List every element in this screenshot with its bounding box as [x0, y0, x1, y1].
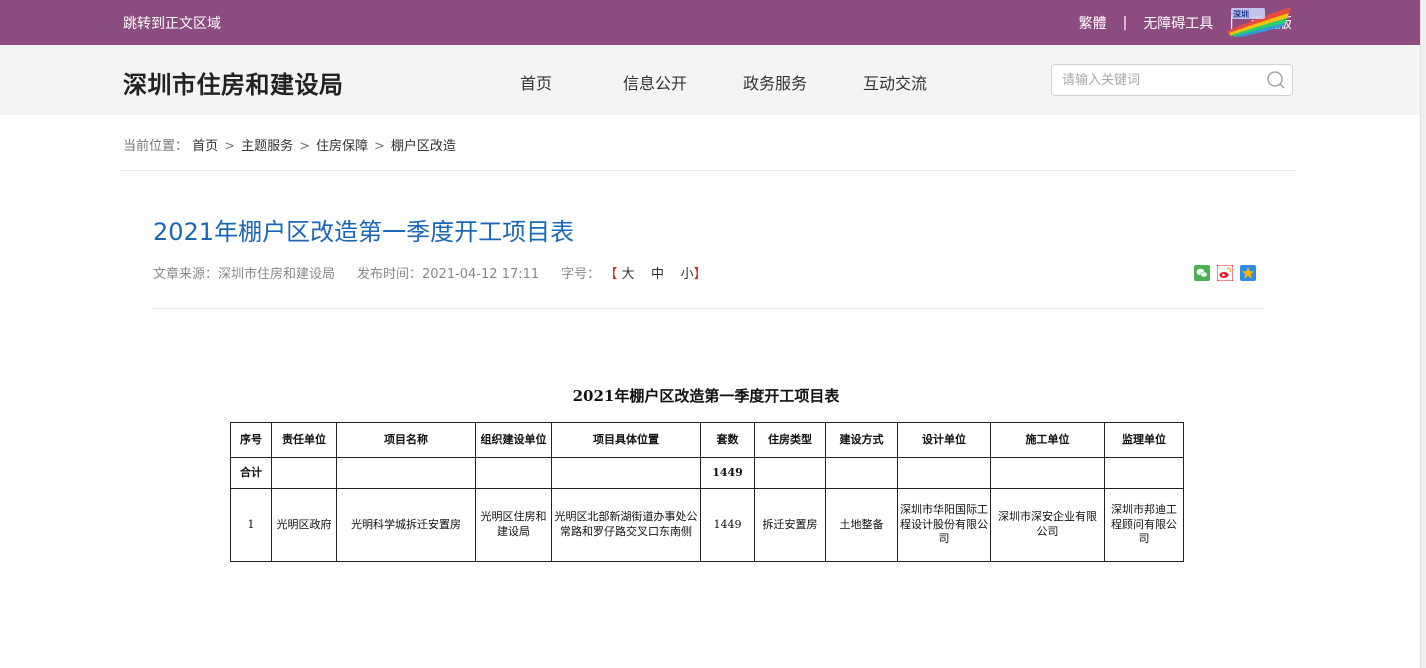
nav-item-info-disclosure[interactable]: 信息公开	[623, 70, 687, 94]
table-cell	[897, 457, 991, 489]
table-cell: 深圳市华阳国际工程设计股份有限公司	[897, 488, 991, 562]
table-cell: 光明区住房和建设局	[475, 488, 552, 562]
breadcrumb-separator: >	[224, 139, 236, 154]
column-header: 建设方式	[825, 422, 898, 458]
column-header: 住房类型	[754, 422, 826, 458]
table-cell: 1449	[700, 488, 755, 562]
table-cell	[754, 457, 826, 489]
breadcrumb-item-home[interactable]: 首页	[192, 139, 218, 154]
column-header: 套数	[700, 422, 755, 458]
site-title[interactable]: 深圳市住房和建设局	[123, 65, 344, 100]
table-row: 1 光明区政府 光明科学城拆迁安置房 光明区住房和建设局 光明区北部新湖街道办事…	[230, 488, 1184, 562]
top-bar: 跳转到正文区域 繁體 | 无障碍工具 | 手机版 深圳	[0, 0, 1420, 45]
publish-time: 发布时间：2021-04-12 17:11	[357, 267, 540, 282]
breadcrumb-separator: >	[299, 139, 310, 154]
breadcrumb-separator: >	[374, 139, 385, 154]
qzone-icon[interactable]	[1240, 265, 1256, 281]
search-icon[interactable]	[1266, 70, 1286, 90]
table-cell: 光明科学城拆迁安置房	[336, 488, 476, 562]
table-title: 2021年棚户区改造第一季度开工项目表	[572, 387, 840, 405]
table-cell: 深圳市深安企业有限公司	[990, 488, 1105, 562]
column-header: 项目具体位置	[551, 422, 701, 458]
table-cell: 1449	[700, 457, 755, 489]
breadcrumb: 当前位置： 首页 > 主题服务 > 住房保障 > 棚户区改造	[123, 135, 456, 154]
table-header-row: 序号 责任单位 项目名称 组织建设单位 项目具体位置 套数 住房类型 建设方式 …	[230, 422, 1184, 458]
table-cell	[825, 457, 898, 489]
nav-item-gov-services[interactable]: 政务服务	[743, 70, 807, 94]
article-meta: 文章来源：深圳市住房和建设局 发布时间：2021-04-12 17:11 字号： 【…	[153, 263, 707, 282]
font-size-medium-button[interactable]: 中	[651, 267, 664, 282]
article-title: 2021年棚户区改造第一季度开工项目表	[153, 218, 575, 246]
weibo-icon[interactable]	[1217, 265, 1233, 281]
breadcrumb-item-shantytown[interactable]: 棚户区改造	[391, 139, 456, 154]
table-cell: 光明区北部新湖街道办事处公常路和罗仔路交叉口东南侧	[551, 488, 701, 562]
svg-text:深圳: 深圳	[1233, 9, 1249, 19]
project-table: 序号 责任单位 项目名称 组织建设单位 项目具体位置 套数 住房类型 建设方式 …	[230, 422, 1184, 562]
breadcrumb-item-housing-security[interactable]: 住房保障	[316, 139, 368, 154]
breadcrumb-label: 当前位置：	[123, 139, 189, 154]
accessibility-tools-link[interactable]: 无障碍工具	[1143, 13, 1213, 33]
breadcrumb-item-topic-services[interactable]: 主题服务	[241, 139, 293, 154]
column-header: 项目名称	[336, 422, 476, 458]
table-cell	[475, 457, 552, 489]
font-size-large-button[interactable]: 大	[621, 267, 634, 282]
column-header: 序号	[230, 422, 272, 458]
font-size-bracket-open: 【	[604, 267, 618, 282]
table-cell: 拆迁安置房	[754, 488, 826, 562]
font-size-small-button[interactable]: 小	[681, 267, 694, 282]
table-cell	[551, 457, 701, 489]
table-cell: 土地整备	[825, 488, 898, 562]
table-cell: 光明区政府	[271, 488, 337, 562]
total-row: 合计 1449	[230, 457, 1184, 489]
share-buttons	[1194, 265, 1256, 281]
table-cell: 1	[230, 488, 272, 562]
traditional-chinese-link[interactable]: 繁體	[1079, 13, 1107, 33]
column-header: 监理单位	[1104, 422, 1184, 458]
separator: |	[1122, 15, 1128, 31]
wechat-icon[interactable]	[1194, 265, 1210, 281]
column-header: 责任单位	[271, 422, 337, 458]
divider	[120, 170, 1295, 171]
search-box	[1051, 64, 1293, 96]
table-cell	[336, 457, 476, 489]
divider	[153, 308, 1264, 309]
scrollbar[interactable]	[1420, 0, 1426, 668]
nav-item-interaction[interactable]: 互动交流	[863, 70, 927, 94]
column-header: 组织建设单位	[475, 422, 552, 458]
font-size-bracket-close: 】	[693, 267, 707, 282]
search-input[interactable]	[1052, 65, 1252, 95]
table-cell: 深圳市邦迪工程顾问有限公司	[1104, 488, 1184, 562]
skip-to-content-link[interactable]: 跳转到正文区域	[123, 13, 221, 33]
table-cell	[271, 457, 337, 489]
column-header: 设计单位	[897, 422, 991, 458]
site-header: 深圳市住房和建设局 首页 信息公开 政务服务 互动交流	[0, 45, 1420, 115]
nav-item-home[interactable]: 首页	[520, 70, 552, 94]
column-header: 施工单位	[990, 422, 1105, 458]
font-size-label: 字号：	[561, 267, 601, 282]
table-cell: 合计	[230, 457, 272, 489]
table-cell	[990, 457, 1105, 489]
article-source: 文章来源：深圳市住房和建设局	[153, 267, 336, 282]
table-cell	[1104, 457, 1184, 489]
shenzhen-gov-logo-icon[interactable]: 深圳	[1225, 5, 1293, 37]
